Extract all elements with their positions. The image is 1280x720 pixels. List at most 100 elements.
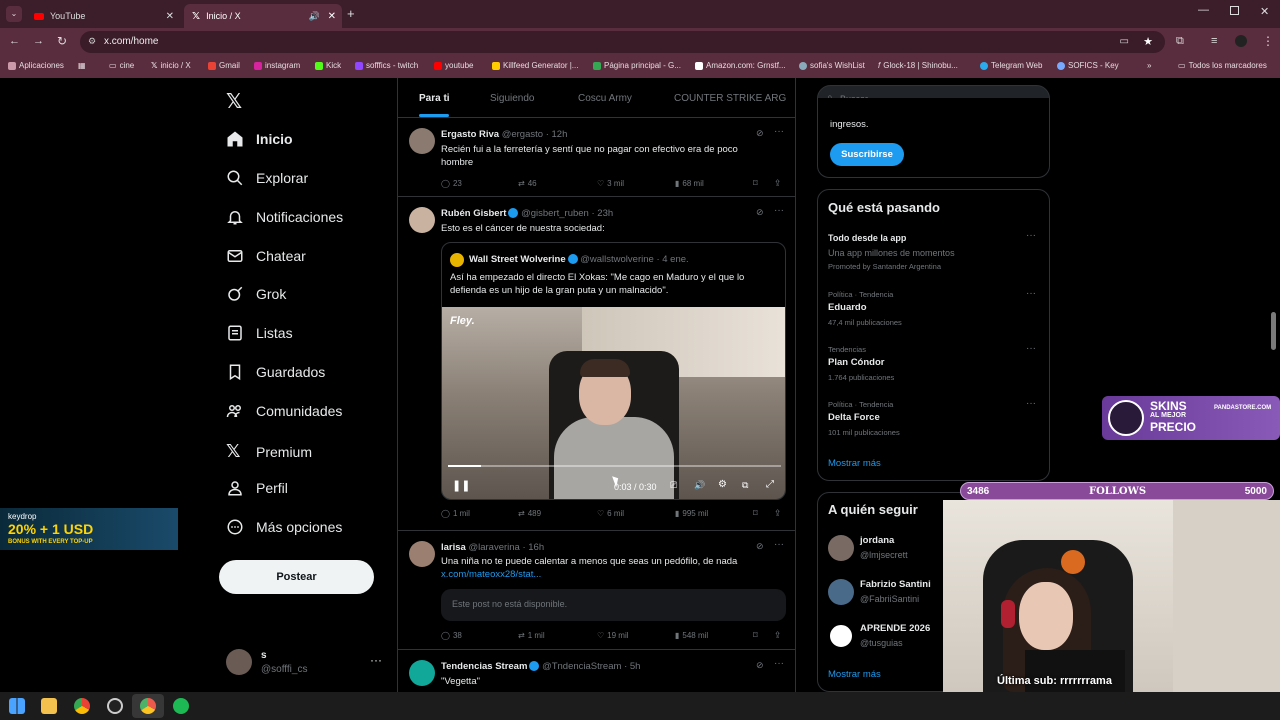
nav-guardados[interactable]: Guardados bbox=[226, 363, 325, 381]
reply-button[interactable]: ◯ 38 bbox=[441, 631, 462, 640]
bookmark-youtube[interactable]: youtube bbox=[434, 61, 473, 70]
tab-youtube[interactable]: YouTube ✕ bbox=[26, 4, 180, 28]
page-scrollbar[interactable] bbox=[1271, 312, 1276, 350]
quoted-tweet[interactable]: Wall Street Wolverine @wallstwolverine ·… bbox=[441, 242, 786, 500]
file-explorer-icon[interactable] bbox=[41, 698, 57, 714]
nav-premium[interactable]: 𝕏 Premium bbox=[226, 441, 312, 462]
bookmark-telegram[interactable]: Telegram Web bbox=[980, 61, 1042, 70]
fullscreen-icon[interactable]: ⤢ bbox=[766, 479, 774, 490]
bookmark-twitch[interactable]: sofffics - twitch bbox=[355, 61, 418, 70]
pause-button[interactable]: ❚❚ bbox=[452, 479, 470, 492]
grok-icon[interactable]: ⊘ bbox=[756, 541, 764, 552]
trend-item[interactable]: Tendencias Plan Cóndor 1.764 publicacion… bbox=[818, 342, 1049, 386]
show-more-link[interactable]: Mostrar más bbox=[828, 669, 881, 680]
x-logo-icon[interactable]: 𝕏 bbox=[226, 89, 242, 114]
tweet[interactable]: Tendencias Stream @TndenciaStream · 5h ⊘… bbox=[398, 651, 796, 692]
repost-button[interactable]: ⇄ 489 bbox=[518, 509, 541, 518]
reload-button[interactable]: ↻ bbox=[57, 34, 67, 48]
address-bar[interactable]: ⚙ x.com/home ▭ ★ bbox=[80, 31, 1165, 53]
tweet-link[interactable]: x.com/mateoxx28/stat... bbox=[441, 569, 541, 580]
minimize-button[interactable]: — bbox=[1198, 4, 1209, 16]
reply-button[interactable]: ◯ 23 bbox=[441, 179, 462, 188]
author-name[interactable]: larisa bbox=[441, 542, 466, 553]
author-name[interactable]: Rubén Gisbert bbox=[441, 208, 506, 219]
bookmark-glock[interactable]: f Glock-18 | Shinobu... bbox=[878, 61, 958, 70]
like-button[interactable]: ♡ 6 mil bbox=[597, 509, 624, 518]
account-switcher[interactable]: s @sofffi_cs ··· bbox=[226, 649, 386, 679]
more-icon[interactable]: ··· bbox=[774, 205, 784, 216]
bookmark-amazon[interactable]: Amazon.com: Grnstf... bbox=[695, 61, 786, 70]
nav-notificaciones[interactable]: Notificaciones bbox=[226, 208, 343, 226]
grok-icon[interactable]: ⊘ bbox=[756, 207, 764, 218]
bookmark-button[interactable]: ⌑ bbox=[753, 178, 758, 189]
forward-button[interactable]: → bbox=[33, 35, 44, 47]
views-button[interactable]: ▮ 548 mil bbox=[675, 631, 708, 640]
close-icon[interactable]: ✕ bbox=[166, 11, 174, 22]
avatar[interactable] bbox=[409, 660, 435, 686]
tweet[interactable]: Ergasto Riva @ergasto · 12h ⊘ ··· Recién… bbox=[398, 120, 796, 197]
post-button[interactable]: Postear bbox=[219, 560, 374, 594]
bookmark-kick[interactable]: Kick bbox=[315, 61, 341, 70]
views-button[interactable]: ▮ 995 mil bbox=[675, 509, 708, 518]
more-bookmarks-icon[interactable]: » bbox=[1147, 61, 1151, 70]
grok-icon[interactable]: ⊘ bbox=[756, 660, 764, 671]
like-button[interactable]: ♡ 19 mil bbox=[597, 631, 629, 640]
new-tab-button[interactable]: + bbox=[347, 6, 355, 21]
chrome-icon[interactable] bbox=[74, 698, 90, 714]
nav-explorar[interactable]: Explorar bbox=[226, 169, 308, 187]
bookmark-all[interactable]: ▭ Todos los marcadores bbox=[1178, 61, 1267, 70]
tab-counter-strike-arg[interactable]: COUNTER STRIKE ARG bbox=[674, 93, 786, 104]
bookmark-instagram[interactable]: instagram bbox=[254, 61, 300, 70]
bookmark-wishlist[interactable]: sofia's WishList bbox=[799, 61, 865, 70]
volume-icon[interactable]: 🔊 bbox=[694, 480, 705, 491]
more-icon[interactable]: ··· bbox=[1026, 288, 1036, 299]
nav-perfil[interactable]: Perfil bbox=[226, 479, 288, 497]
menu-icon[interactable]: ⋮ bbox=[1262, 34, 1274, 48]
nav-mas-opciones[interactable]: Más opciones bbox=[226, 518, 342, 536]
avatar[interactable] bbox=[409, 128, 435, 154]
close-icon[interactable]: ✕ bbox=[328, 11, 336, 22]
more-icon[interactable]: ··· bbox=[774, 126, 784, 137]
grok-icon[interactable]: ⊘ bbox=[756, 128, 764, 139]
back-button[interactable]: ← bbox=[9, 35, 20, 47]
tweet[interactable]: Rubén Gisbert @gisbert_ruben · 23h ⊘ ···… bbox=[398, 198, 796, 531]
tab-siguiendo[interactable]: Siguiendo bbox=[490, 93, 534, 104]
more-icon[interactable]: ··· bbox=[1026, 230, 1036, 241]
tab-x-home[interactable]: 𝕏 Inicio / X 🔊 ✕ bbox=[184, 4, 342, 28]
bookmark-sofics-key[interactable]: SOFICS - Key bbox=[1057, 61, 1119, 70]
more-icon[interactable]: ··· bbox=[1026, 398, 1036, 409]
trend-item[interactable]: Política · Tendencia Eduardo 47,4 mil pu… bbox=[818, 287, 1049, 331]
like-button[interactable]: ♡ 3 mil bbox=[597, 179, 624, 188]
site-info-icon[interactable]: ⚙ bbox=[88, 36, 96, 47]
tweet[interactable]: larisa @laraverina · 16h ⊘ ··· Una niña … bbox=[398, 532, 796, 650]
author-name[interactable]: Ergasto Riva bbox=[441, 129, 499, 140]
repost-button[interactable]: ⇄ 1 mil bbox=[518, 631, 545, 640]
tab-list-dropdown-icon[interactable]: ⌄ bbox=[6, 6, 22, 22]
share-button[interactable]: ⇪ bbox=[774, 630, 782, 641]
close-window-button[interactable]: ✕ bbox=[1260, 5, 1269, 18]
bookmark-apps[interactable]: Aplicaciones bbox=[8, 61, 64, 70]
subscribe-button[interactable]: Suscribirse bbox=[830, 143, 904, 166]
reply-button[interactable]: ◯ 1 mil bbox=[441, 509, 470, 518]
media-icon[interactable]: ≡ bbox=[1211, 35, 1217, 47]
app-icon[interactable] bbox=[107, 698, 123, 714]
views-button[interactable]: ▮ 68 mil bbox=[675, 179, 704, 188]
show-more-link[interactable]: Mostrar más bbox=[828, 458, 881, 469]
bookmark-killfeed[interactable]: Killfeed Generator |... bbox=[492, 61, 578, 70]
spotify-icon[interactable] bbox=[173, 698, 189, 714]
more-icon[interactable]: ··· bbox=[1026, 343, 1036, 354]
bookmark-button[interactable]: ⌑ bbox=[753, 508, 758, 519]
bookmark-grid[interactable]: ▦ bbox=[78, 61, 86, 70]
share-button[interactable]: ⇪ bbox=[774, 178, 782, 189]
cast-icon[interactable]: ▭ bbox=[1120, 36, 1129, 47]
bookmark-cine[interactable]: ▭ cine bbox=[109, 61, 134, 70]
more-icon[interactable]: ··· bbox=[370, 653, 382, 667]
repost-button[interactable]: ⇄ 46 bbox=[518, 179, 537, 188]
trend-item[interactable]: Política · Tendencia Delta Force 101 mil… bbox=[818, 397, 1049, 441]
star-icon[interactable]: ★ bbox=[1143, 35, 1153, 48]
nav-inicio[interactable]: Inicio bbox=[226, 130, 293, 148]
speaker-icon[interactable]: 🔊 bbox=[309, 11, 320, 22]
share-button[interactable]: ⇪ bbox=[774, 508, 782, 519]
nav-listas[interactable]: Listas bbox=[226, 324, 293, 342]
captions-icon[interactable]: ⎚ bbox=[670, 480, 677, 491]
